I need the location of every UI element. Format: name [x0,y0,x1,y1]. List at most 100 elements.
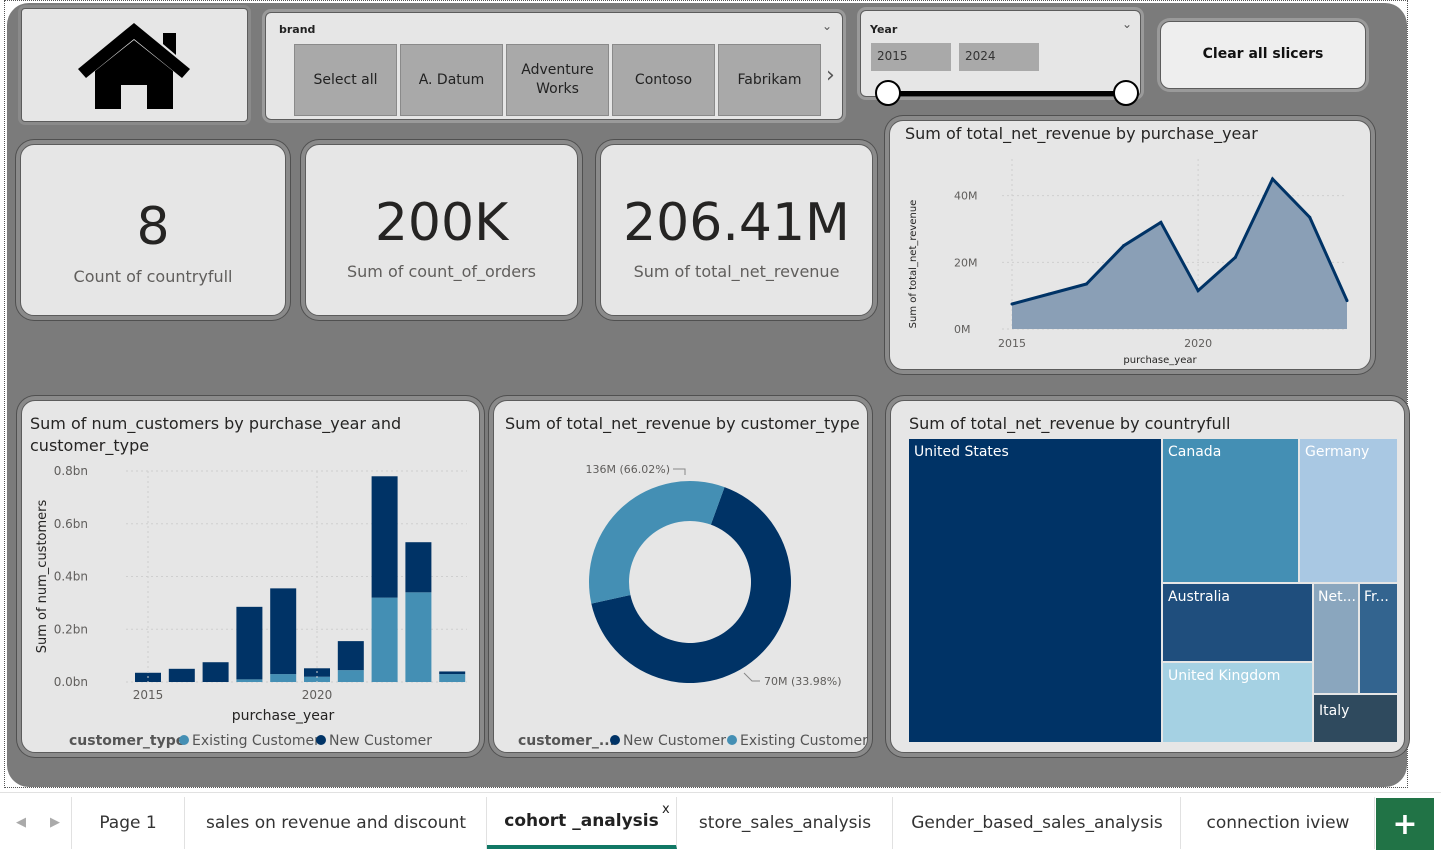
bar-existing-customer[interactable] [236,679,263,682]
year-end-input[interactable]: 2024 [959,43,1039,71]
treemap-tile-united-states[interactable]: United States [909,439,1161,742]
data-point[interactable] [1196,289,1200,293]
data-point[interactable] [1271,177,1275,181]
year-range-track [887,91,1127,96]
data-point[interactable] [1122,244,1126,248]
legend-marker [727,735,737,745]
add-page-button[interactable]: + [1376,798,1434,850]
treemap-tile-united-kingdom[interactable]: United Kingdom [1163,663,1312,742]
plus-icon: + [1392,806,1418,842]
area-chart: 0M 20M 40M 2015 2020 Sum of total_net_revenue… [908,159,1349,366]
treemap-card: Sum of total_net_revenue by countryfull … [890,400,1405,753]
bar-new-customer[interactable] [202,662,229,682]
tab-page-1[interactable]: Page 1 [72,797,185,849]
tab-connection-iview[interactable]: connection iview [1182,797,1375,849]
data-point[interactable] [1159,220,1163,224]
bar-existing-customer[interactable] [371,597,398,682]
x-tick-label: 2020 [302,688,333,702]
brand-tile-adventure-works[interactable]: Adventure Works [506,44,609,116]
year-start-input[interactable]: 2015 [871,43,951,71]
bar-new-customer[interactable] [337,641,364,671]
tab-close-icon[interactable]: x [662,802,670,817]
treemap-tile-germany[interactable]: Germany [1300,439,1397,582]
legend-marker [610,735,620,745]
year-range-start-handle[interactable] [875,80,901,106]
leader-line [673,468,686,475]
chart-title: Sum of total_net_revenue by countryfull [909,414,1231,433]
data-point[interactable] [1233,255,1237,259]
bar-new-customer[interactable] [405,542,432,593]
home-button[interactable] [21,8,248,122]
bar-existing-customer[interactable] [405,592,432,682]
x-axis-title: purchase_year [232,708,335,724]
y-tick-label: 40M [954,190,978,203]
data-point[interactable] [1345,299,1349,303]
tab-scroll-right-icon[interactable]: ▶ [50,815,60,830]
legend-item[interactable]: New Customer [623,733,726,749]
kpi-value: 206.41M [623,193,850,253]
year-range-end-handle[interactable] [1113,80,1139,106]
data-point[interactable] [1047,292,1051,296]
kpi-card-net-revenue: 206.41M Sum of total_net_revenue [600,144,873,316]
donut-chart-card: Sum of total_net_revenue by customer_typ… [493,400,868,753]
chevron-right-icon[interactable]: › [826,63,835,88]
tab-sales-on-revenue-and-discount[interactable]: sales on revenue and discount [186,797,487,849]
legend-item[interactable]: Existing Customer [192,733,320,749]
bar-chart-card: Sum of num_customers by purchase_year an… [21,400,480,753]
bar-existing-customer[interactable] [270,674,297,682]
treemap: United States Canada Germany Australia U… [909,439,1397,742]
x-tick-label: 2015 [133,688,164,702]
brand-tile-fabrikam[interactable]: Fabrikam [718,44,821,116]
clear-slicers-button[interactable]: Clear all slicers [1160,21,1366,89]
treemap-tile-canada[interactable]: Canada [1163,439,1298,582]
treemap-tile-australia[interactable]: Australia [1163,584,1312,661]
chevron-down-icon[interactable]: ⌄ [1122,17,1132,31]
bar-new-customer[interactable] [439,671,466,675]
bar-existing-customer[interactable] [439,674,466,682]
chevron-down-icon[interactable]: ⌄ [822,19,832,33]
brand-slicer-title: brand [279,23,316,36]
treemap-tile-france[interactable]: Fr... [1360,584,1397,693]
leader-line [743,672,760,682]
kpi-label: Count of countryfull [73,267,233,286]
treemap-tile-netherlands[interactable]: Net... [1314,584,1358,693]
donut-chart: 136M (66.02%) 70M (33.98%) customer_... New… [518,463,868,749]
x-tick-label: 2020 [1184,337,1212,350]
data-point[interactable] [1084,282,1088,286]
year-slicer[interactable]: Year ⌄ 2015 2024 [860,10,1141,106]
report-page: brand ⌄ Select all A. Datum Adventure Wo… [7,3,1407,787]
y-axis-title: Sum of num_customers [35,499,50,653]
treemap-label: Italy [1319,703,1350,719]
y-tick-label: 0.0bn [54,675,88,689]
treemap-tile-italy[interactable]: Italy [1314,695,1397,742]
bar-new-customer[interactable] [168,668,195,682]
treemap-label: Australia [1168,589,1230,605]
y-tick-label: 0.4bn [54,570,88,584]
y-tick-label: 0.6bn [54,517,88,531]
legend-item[interactable]: New Customer [329,733,432,749]
treemap-label: United Kingdom [1168,668,1281,684]
treemap-label: Canada [1168,444,1222,460]
data-point[interactable] [1308,215,1312,219]
bar-new-customer[interactable] [371,476,398,598]
legend-item[interactable]: Existing Customer [740,733,868,749]
area-chart-card: Sum of total_net_revenue by purchase_yea… [889,120,1371,370]
kpi-card-country-count: 8 Count of countryfull [20,144,286,316]
data-point[interactable] [1010,302,1014,306]
donut-slice[interactable] [589,481,725,604]
tab-gender-based-sales-analysis[interactable]: Gender_based_sales_analysis [894,797,1181,849]
tab-store-sales-analysis[interactable]: store_sales_analysis [678,797,893,849]
brand-tile-select-all[interactable]: Select all [294,44,397,116]
brand-slicer[interactable]: brand ⌄ Select all A. Datum Adventure Wo… [265,12,843,120]
bar-existing-customer[interactable] [337,670,364,682]
brand-tile-a-datum[interactable]: A. Datum [400,44,503,116]
tab-scroll-left-icon[interactable]: ◀ [16,815,26,830]
y-tick-label: 0.2bn [54,622,88,636]
brand-tile-contoso[interactable]: Contoso [612,44,715,116]
treemap-label: Germany [1305,444,1370,460]
bar-new-customer[interactable] [270,588,297,675]
treemap-label: United States [914,444,1009,460]
kpi-value: 200K [374,193,509,253]
bar-new-customer[interactable] [236,606,263,680]
tab-cohort-analysis[interactable]: cohort _analysis [487,797,677,849]
